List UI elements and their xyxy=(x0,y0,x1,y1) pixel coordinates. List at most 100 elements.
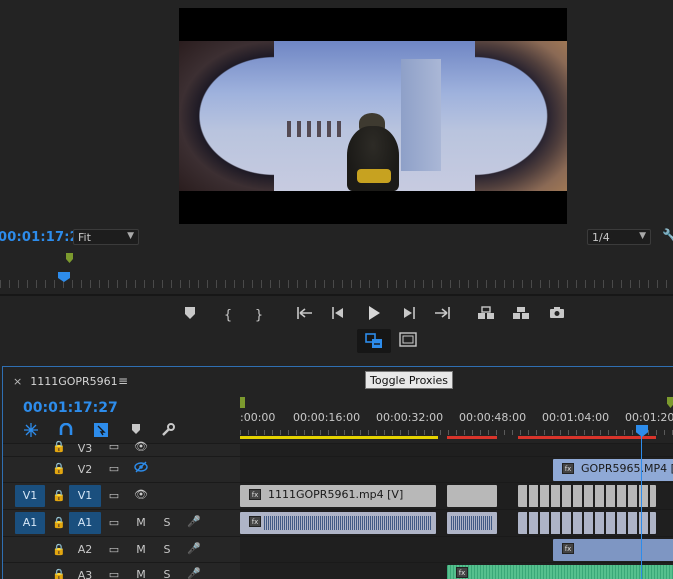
clip-video-segment[interactable] xyxy=(447,485,497,507)
clip-audio-segments[interactable] xyxy=(518,512,656,534)
lift-icon[interactable] xyxy=(476,306,496,326)
ruler-label: 00:01:20: xyxy=(625,411,673,424)
lock-icon[interactable]: 🔒 xyxy=(52,489,66,502)
settings-wrench-icon[interactable]: 🔧 xyxy=(662,229,673,244)
fx-badge: fx xyxy=(562,463,574,474)
ruler-label: 00:00:32:00 xyxy=(376,411,444,424)
toggle-proxies-button[interactable] xyxy=(357,329,391,353)
step-forward-icon[interactable] xyxy=(399,306,419,326)
render-bar-yellow xyxy=(240,436,438,439)
sync-lock-icon[interactable]: ▭ xyxy=(107,543,121,556)
tooltip-toggle-proxies: Toggle Proxies xyxy=(365,371,454,389)
playhead-line xyxy=(641,435,642,579)
clip-audio-segment[interactable] xyxy=(447,512,497,534)
extract-icon[interactable] xyxy=(511,306,531,326)
zoom-level-select[interactable]: Fit ▼ xyxy=(73,229,139,245)
export-frame-icon[interactable] xyxy=(547,306,567,326)
eye-icon[interactable]: 👁 xyxy=(134,440,148,453)
linked-selection-icon[interactable] xyxy=(93,423,109,439)
lock-icon[interactable]: 🔒 xyxy=(52,462,66,475)
microphone-icon[interactable]: 🎤 xyxy=(187,567,201,579)
source-patch-a1[interactable]: A1 xyxy=(15,512,45,534)
mute-toggle[interactable]: M xyxy=(134,516,148,529)
video-preview xyxy=(179,8,567,224)
lock-icon[interactable]: 🔒 xyxy=(52,568,66,579)
track-target-a3[interactable]: A3 xyxy=(69,565,101,579)
render-bar-red xyxy=(518,436,656,439)
safe-margins-icon[interactable] xyxy=(399,332,419,350)
add-marker-icon[interactable] xyxy=(180,306,200,326)
eye-hidden-icon[interactable] xyxy=(134,461,148,476)
settings-wrench-icon[interactable] xyxy=(160,423,176,439)
solo-toggle[interactable]: S xyxy=(160,568,174,579)
nest-sequence-icon[interactable] xyxy=(23,423,39,439)
ruler-label: 00:00:16:00 xyxy=(293,411,361,424)
playback-resolution-select[interactable]: 1/4 ▼ xyxy=(587,229,651,245)
zoom-level-value: Fit xyxy=(78,231,91,244)
playback-resolution-value: 1/4 xyxy=(592,231,610,244)
video-frame-image xyxy=(179,41,567,191)
timeline-timecode[interactable]: 00:01:17:27 xyxy=(23,400,118,416)
chevron-down-icon: ▼ xyxy=(127,231,134,241)
clip-1111gopr5961-audio[interactable]: fx xyxy=(240,512,436,534)
track-area-v3[interactable] xyxy=(240,444,673,456)
track-a1: A1 🔒 A1 ▭ M S 🎤 fx xyxy=(3,509,673,536)
sync-lock-icon[interactable]: ▭ xyxy=(107,462,121,475)
snap-magnet-icon[interactable] xyxy=(58,422,74,439)
clip-1111gopr5961-video[interactable]: fx 1111GOPR5961.mp4 [V] xyxy=(240,485,436,507)
sequence-name: 1111GOPR5961 xyxy=(30,375,118,388)
toggle-proxies-icon xyxy=(365,333,382,348)
mute-toggle[interactable]: M xyxy=(134,568,148,579)
sync-lock-icon[interactable]: ▭ xyxy=(107,516,121,529)
track-area-a2[interactable]: fx xyxy=(240,537,673,562)
clip-audio-green[interactable]: fx xyxy=(447,565,673,579)
lock-icon[interactable]: 🔒 xyxy=(52,516,66,529)
track-header-a3: 🔒 A3 ▭ M S 🎤 xyxy=(3,563,240,579)
solo-toggle[interactable]: S xyxy=(160,543,174,556)
lock-icon[interactable]: 🔒 xyxy=(52,440,66,453)
step-back-icon[interactable] xyxy=(328,306,348,326)
eye-icon[interactable]: 👁 xyxy=(134,488,148,501)
timeline-time-ruler[interactable]: :00:00 00:00:16:00 00:00:32:00 00:00:48:… xyxy=(240,397,673,442)
ruler-label: :00:00 xyxy=(240,411,276,424)
track-target-v1[interactable]: V1 xyxy=(69,485,101,507)
go-to-in-icon[interactable] xyxy=(295,306,315,326)
track-target-v2[interactable]: V2 xyxy=(69,459,101,481)
track-area-v1[interactable]: fx 1111GOPR5961.mp4 [V] xyxy=(240,483,673,509)
track-target-a1[interactable]: A1 xyxy=(69,512,101,534)
solo-toggle[interactable]: S xyxy=(160,516,174,529)
add-marker-icon[interactable] xyxy=(128,423,144,439)
play-icon[interactable] xyxy=(364,306,384,326)
sync-lock-icon[interactable]: ▭ xyxy=(107,489,121,502)
clip-video-segments[interactable] xyxy=(518,485,656,507)
render-bar-red xyxy=(447,436,497,439)
fx-badge: fx xyxy=(249,489,261,500)
chevron-down-icon: ▼ xyxy=(639,231,646,241)
mark-in-icon[interactable]: { xyxy=(218,306,238,326)
tab-sequence[interactable]: × 1111GOPR5961 xyxy=(13,375,118,388)
mute-toggle[interactable]: M xyxy=(134,543,148,556)
fx-badge: fx xyxy=(562,543,574,554)
microphone-icon[interactable]: 🎤 xyxy=(187,515,201,528)
panel-menu-icon[interactable]: ≡ xyxy=(118,374,128,388)
sync-lock-icon[interactable]: ▭ xyxy=(107,440,121,453)
sync-lock-icon[interactable]: ▭ xyxy=(107,568,121,579)
track-area-a3[interactable]: fx xyxy=(240,563,673,579)
monitor-time-ruler[interactable] xyxy=(0,252,673,296)
track-area-v2[interactable]: fx GOPR5965.MP4 [V] xyxy=(240,457,673,482)
close-icon[interactable]: × xyxy=(13,375,22,388)
clip-gopr5965-video[interactable]: fx GOPR5965.MP4 [V] xyxy=(553,459,673,481)
track-header-a2: 🔒 A2 ▭ M S 🎤 xyxy=(3,537,240,562)
lock-icon[interactable]: 🔒 xyxy=(52,543,66,556)
mark-out-icon[interactable]: } xyxy=(249,306,269,326)
source-patch-v1[interactable]: V1 xyxy=(15,485,45,507)
clip-gopr5965-audio[interactable]: fx xyxy=(553,539,673,561)
go-to-out-icon[interactable] xyxy=(432,306,452,326)
track-v3: 🔒 V3 ▭ 👁 xyxy=(3,440,673,456)
microphone-icon[interactable]: 🎤 xyxy=(187,542,201,555)
clip-label: GOPR5965.MP4 [V] xyxy=(581,462,673,475)
track-v2: 🔒 V2 ▭ fx GOPR5965.MP4 [V] xyxy=(3,456,673,482)
track-header-v1: V1 🔒 V1 ▭ 👁 xyxy=(3,483,240,509)
track-area-a1[interactable]: fx xyxy=(240,510,673,536)
track-target-a2[interactable]: A2 xyxy=(69,539,101,561)
